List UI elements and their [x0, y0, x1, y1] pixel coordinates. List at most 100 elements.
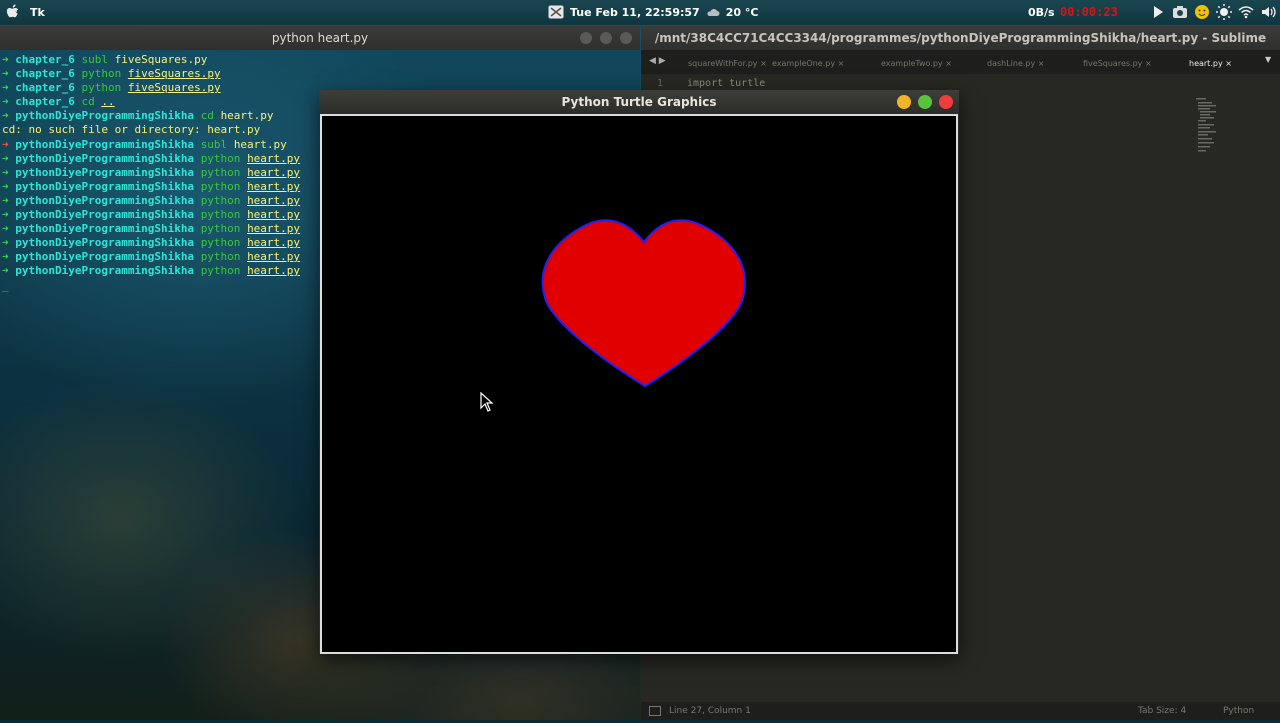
- volume-icon[interactable]: [1260, 4, 1276, 20]
- command-name: subl: [81, 53, 108, 66]
- tab-nav-arrows[interactable]: ◀ ▶: [649, 56, 666, 66]
- prompt-arrow-icon: ➜: [2, 151, 9, 165]
- command-argument[interactable]: heart.py: [247, 152, 300, 165]
- emoji-icon[interactable]: [1194, 4, 1210, 20]
- terminal-minimize-button[interactable]: [580, 32, 592, 44]
- tab-dashline[interactable]: dashLine.py ×: [987, 59, 1045, 68]
- tab-close-icon[interactable]: ×: [838, 59, 845, 68]
- tab-close-icon[interactable]: ×: [1225, 59, 1232, 68]
- prompt-arrow-icon: ➜: [2, 95, 9, 109]
- command-name: python: [200, 208, 241, 222]
- prompt-directory: pythonDiyeProgrammingShikha: [15, 264, 195, 278]
- command-argument[interactable]: heart.py: [247, 264, 300, 277]
- command-name: python: [200, 151, 241, 165]
- tab-fivesquares[interactable]: fiveSquares.py ×: [1083, 59, 1152, 68]
- command-name: python: [200, 264, 241, 278]
- prompt-arrow-icon: ➜: [2, 137, 9, 151]
- syntax-mode[interactable]: Python: [1223, 702, 1254, 720]
- command-name: cd: [200, 109, 214, 123]
- prompt-directory: pythonDiyeProgrammingShikha: [15, 151, 195, 165]
- prompt-arrow-icon: ➜: [2, 53, 9, 66]
- code-line[interactable]: import turtle: [687, 78, 765, 89]
- prompt-directory: pythonDiyeProgrammingShikha: [15, 208, 195, 222]
- command-name: python: [81, 67, 122, 81]
- maximize-button[interactable]: [918, 95, 932, 109]
- command-argument[interactable]: fiveSquares.py: [128, 81, 221, 94]
- prompt-arrow-icon: ➜: [2, 250, 9, 264]
- camera-icon[interactable]: [1172, 4, 1188, 20]
- tab-heart[interactable]: heart.py ×: [1189, 59, 1232, 68]
- sublime-titlebar[interactable]: /mnt/38C4CC71C4CC3344/programmes/pythonD…: [641, 26, 1280, 69]
- line-number: 1: [657, 78, 664, 89]
- terminal-titlebar[interactable]: python heart.py: [0, 26, 640, 50]
- tab-close-icon[interactable]: ×: [945, 59, 952, 68]
- command-argument[interactable]: ..: [101, 95, 114, 108]
- command-name: cd: [81, 95, 95, 109]
- prompt-directory: pythonDiyeProgrammingShikha: [15, 165, 195, 179]
- command-argument[interactable]: heart.py: [247, 180, 300, 193]
- command-argument[interactable]: heart.py: [247, 166, 300, 179]
- tab-close-icon[interactable]: ×: [1038, 59, 1045, 68]
- terminal-maximize-button[interactable]: [600, 32, 612, 44]
- prompt-arrow-icon: ➜: [2, 179, 9, 193]
- tab-menu-icon[interactable]: ▼: [1265, 55, 1271, 64]
- clock-area[interactable]: Tue Feb 11, 22:59:57 20 °C: [548, 5, 758, 19]
- command-argument[interactable]: heart.py: [247, 194, 300, 207]
- tab-exampletwo[interactable]: exampleTwo.py ×: [881, 59, 952, 68]
- heart-shape: [541, 219, 746, 388]
- command-argument[interactable]: heart.py: [247, 250, 300, 263]
- sublime-tab-bar: ◀ ▶ squareWithFor.py × exampleOne.py × e…: [641, 50, 1280, 74]
- prompt-arrow-icon: ➜: [2, 193, 9, 207]
- command-argument[interactable]: fiveSquares.py: [128, 67, 221, 80]
- terminal-line: ➜ chapter_6 subl fiveSquares.py: [0, 53, 640, 67]
- command-argument: fiveSquares.py: [114, 53, 208, 66]
- prompt-directory: pythonDiyeProgrammingShikha: [15, 222, 195, 236]
- prompt-directory: chapter_6: [15, 53, 75, 66]
- command-name: python: [200, 236, 241, 250]
- tab-close-icon[interactable]: ×: [1145, 59, 1152, 68]
- tab-label: fiveSquares.py: [1083, 59, 1143, 68]
- tab-squarewithfor[interactable]: squareWithFor.py ×: [688, 59, 767, 68]
- terminal-error-text: cd: no such file or directory: heart.py: [2, 123, 261, 137]
- network-speed: 0B/s: [1028, 6, 1055, 19]
- turtle-window-title: Python Turtle Graphics: [561, 95, 717, 109]
- tab-size[interactable]: Tab Size: 4: [1138, 702, 1186, 720]
- command-argument[interactable]: heart.py: [247, 222, 300, 235]
- close-button[interactable]: [939, 95, 953, 109]
- system-tray: [1150, 4, 1276, 20]
- datetime: Tue Feb 11, 22:59:57: [570, 5, 700, 19]
- active-app-name[interactable]: Tk: [30, 6, 45, 19]
- command-name: python: [200, 165, 241, 179]
- prompt-arrow-icon: ➜: [2, 81, 9, 95]
- tab-exampleone[interactable]: exampleOne.py ×: [772, 59, 844, 68]
- wifi-icon[interactable]: [1238, 4, 1254, 20]
- terminal-line: ➜ chapter_6 python fiveSquares.py: [0, 67, 640, 81]
- brightness-icon[interactable]: [1216, 4, 1232, 20]
- mail-icon: [548, 5, 564, 19]
- temperature: 20 °C: [725, 5, 759, 19]
- recording-timer[interactable]: 00:00:23: [1060, 5, 1118, 19]
- minimize-button[interactable]: [897, 95, 911, 109]
- play-icon[interactable]: [1150, 4, 1166, 20]
- apple-menu-icon[interactable]: [6, 4, 20, 20]
- heart-drawing: [541, 219, 746, 388]
- command-argument[interactable]: heart.py: [247, 208, 300, 221]
- command-name: python: [200, 250, 241, 264]
- command-argument: heart.py: [220, 109, 274, 123]
- sublime-status-bar: Line 27, Column 1 Tab Size: 4 Python: [641, 702, 1280, 720]
- cursor-position: Line 27, Column 1: [669, 706, 751, 716]
- top-panel: Tk Tue Feb 11, 22:59:57 20 °C 0B/s 00:00…: [0, 0, 1280, 25]
- turtle-graphics-window[interactable]: Python Turtle Graphics: [319, 90, 959, 654]
- prompt-directory: pythonDiyeProgrammingShikha: [15, 236, 195, 250]
- turtle-titlebar[interactable]: Python Turtle Graphics: [319, 90, 959, 114]
- turtle-canvas[interactable]: [322, 116, 956, 652]
- panel-toggle-icon[interactable]: [649, 706, 661, 716]
- terminal-close-button[interactable]: [620, 32, 632, 44]
- tab-close-icon[interactable]: ×: [760, 59, 767, 68]
- mouse-pointer-icon: [480, 392, 494, 412]
- minimap[interactable]: [1196, 98, 1226, 154]
- turtle-canvas-frame: [320, 114, 958, 654]
- prompt-directory: pythonDiyeProgrammingShikha: [15, 193, 195, 207]
- prompt-arrow-icon: ➜: [2, 109, 9, 123]
- command-argument[interactable]: heart.py: [247, 236, 300, 249]
